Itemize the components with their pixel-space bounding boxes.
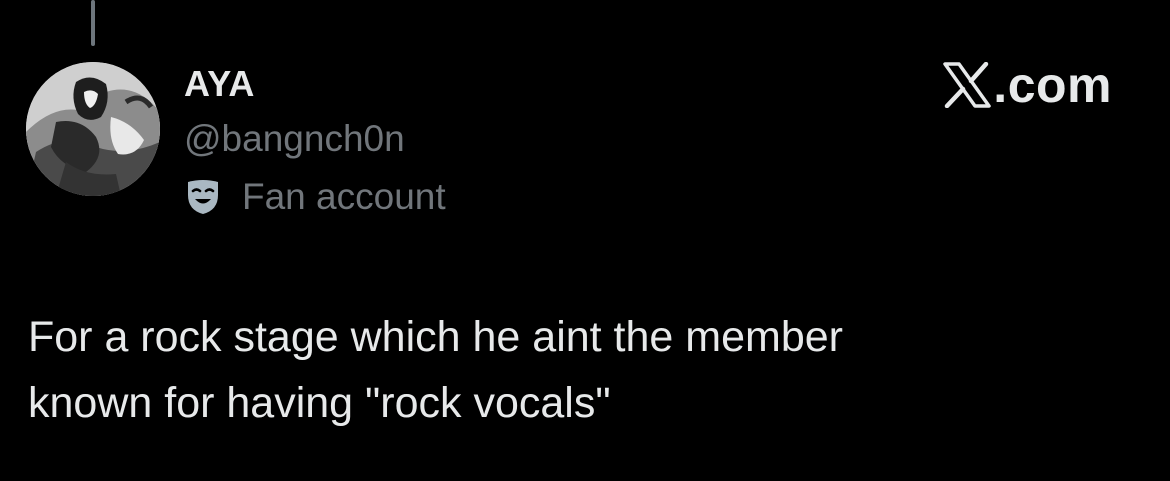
post-text: For a rock stage which he aint the membe… <box>28 304 1128 436</box>
x-logo-icon <box>943 62 992 108</box>
account-label: Fan account <box>186 174 446 220</box>
avatar-image <box>26 62 160 196</box>
brand-suffix: .com <box>993 57 1112 113</box>
theater-mask-icon <box>188 180 218 214</box>
author-display-name[interactable]: AYA <box>184 64 255 104</box>
x-com-watermark: .com <box>943 58 1112 112</box>
post-text-line: known for having "rock vocals" <box>28 379 611 427</box>
thread-connector-line <box>91 0 95 46</box>
avatar[interactable] <box>26 62 160 196</box>
account-label-text: Fan account <box>242 176 446 217</box>
author-handle[interactable]: @bangnch0n <box>184 118 405 160</box>
post-text-line: For a rock stage which he aint the membe… <box>28 313 843 361</box>
